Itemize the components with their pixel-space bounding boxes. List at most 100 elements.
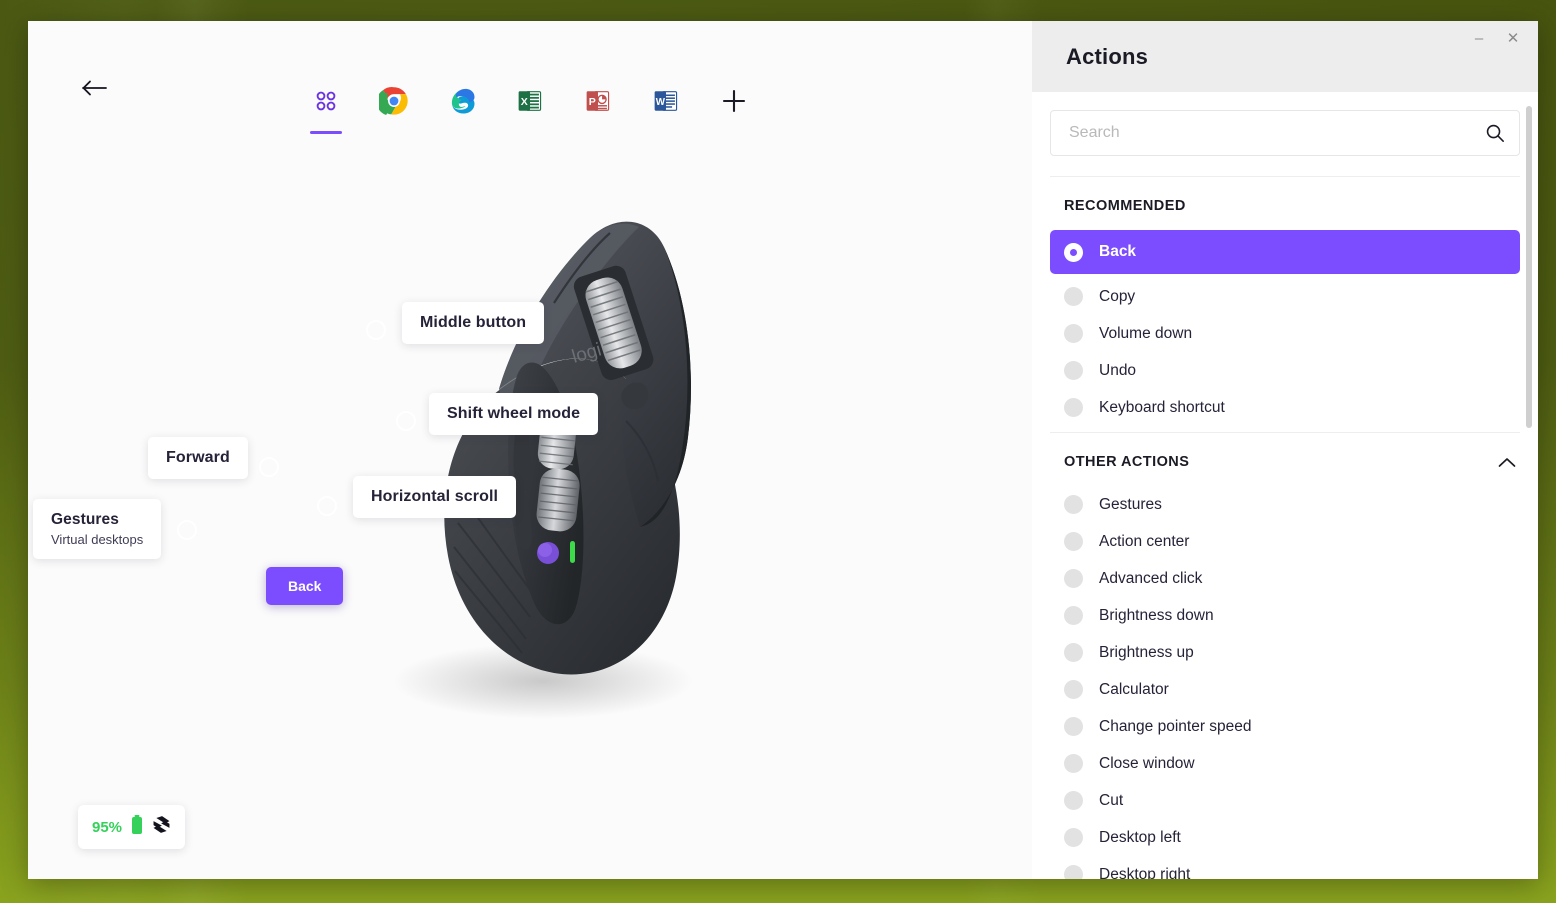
action-item-calculator[interactable]: Calculator <box>1050 671 1520 708</box>
action-item-cut[interactable]: Cut <box>1050 782 1520 819</box>
add-application-button[interactable] <box>712 79 756 123</box>
panel-scrollbar-thumb[interactable] <box>1526 106 1532 428</box>
action-item-brightness-up[interactable]: Brightness up <box>1050 634 1520 671</box>
action-item-close-window[interactable]: Close window <box>1050 745 1520 782</box>
section-header-recommended: RECOMMENDED <box>1032 177 1538 230</box>
minimize-icon[interactable]: – <box>1464 25 1494 51</box>
excel-icon: X <box>517 88 543 114</box>
action-item-desktop-right[interactable]: Desktop right <box>1050 856 1520 879</box>
other-action-list: Gestures Action center Advanced click Br… <box>1032 486 1538 879</box>
radio-icon <box>1064 828 1083 847</box>
search-area <box>1032 92 1538 176</box>
application-tab-bar: X P W <box>28 79 1032 134</box>
hotspot-middle-button[interactable] <box>366 320 386 340</box>
action-item-volume-down[interactable]: Volume down <box>1050 315 1520 352</box>
radio-icon <box>1064 606 1083 625</box>
panel-body: RECOMMENDED Back Copy Volume down Undo <box>1032 92 1538 879</box>
callout-subtitle: Virtual desktops <box>51 532 144 547</box>
recommended-action-list: Back Copy Volume down Undo Keyboard shor… <box>1032 230 1538 426</box>
callout-horizontal-scroll[interactable]: Horizontal scroll <box>353 476 517 518</box>
action-item-back[interactable]: Back <box>1050 230 1520 274</box>
search-box[interactable] <box>1050 110 1520 156</box>
action-label: Brightness up <box>1099 643 1194 661</box>
sidebar-item-powerpoint[interactable]: P <box>576 79 620 123</box>
chevron-up-icon[interactable] <box>1498 457 1516 468</box>
radio-icon <box>1064 865 1083 879</box>
action-item-change-pointer-speed[interactable]: Change pointer speed <box>1050 708 1520 745</box>
hotspot-forward[interactable] <box>259 457 279 477</box>
action-item-keyboard-shortcut[interactable]: Keyboard shortcut <box>1050 389 1520 426</box>
window-controls: – ✕ <box>1464 25 1528 51</box>
svg-text:W: W <box>656 97 666 108</box>
action-label: Back <box>1099 243 1137 260</box>
radio-icon <box>1064 287 1083 306</box>
battery-status-badge[interactable]: 95% <box>78 805 186 849</box>
sidebar-item-chrome[interactable] <box>372 79 416 123</box>
mouse-diagram: logi Middle button Shift wheel mode Forw… <box>28 151 1032 791</box>
search-input[interactable] <box>1051 111 1519 155</box>
callout-middle-button[interactable]: Middle button <box>402 302 545 344</box>
action-label: Advanced click <box>1099 569 1203 587</box>
hotspot-shift-wheel-mode[interactable] <box>396 411 416 431</box>
actions-panel: Actions – ✕ Search RECOMMENDED Back Copy… <box>1032 21 1538 879</box>
logitech-flow-icon <box>152 815 171 839</box>
callout-forward[interactable]: Forward <box>148 437 248 479</box>
callout-title: Forward <box>166 449 230 466</box>
hotspot-horizontal-scroll[interactable] <box>317 496 337 516</box>
sidebar-item-excel[interactable]: X <box>508 79 552 123</box>
radio-icon <box>1064 680 1083 699</box>
action-label: Close window <box>1099 754 1195 772</box>
callout-gestures[interactable]: Gestures Virtual desktops <box>33 499 162 559</box>
sidebar-item-edge[interactable] <box>440 79 484 123</box>
radio-icon <box>1064 754 1083 773</box>
callout-shift-wheel-mode[interactable]: Shift wheel mode <box>429 393 599 435</box>
action-label: Change pointer speed <box>1099 717 1252 735</box>
action-item-action-center[interactable]: Action center <box>1050 523 1520 560</box>
hotspot-gestures[interactable] <box>177 520 197 540</box>
logitech-options-window: X P W logi Middle button Shift wheel mod… <box>28 21 1538 879</box>
radio-icon <box>1064 324 1083 343</box>
action-label: Brightness down <box>1099 606 1214 624</box>
action-label: Calculator <box>1099 680 1169 698</box>
close-icon[interactable]: ✕ <box>1498 25 1528 51</box>
plus-icon <box>721 88 747 114</box>
callout-title: Gestures <box>51 511 119 528</box>
action-label: Action center <box>1099 532 1190 550</box>
action-label: Volume down <box>1099 324 1193 342</box>
sidebar-item-word[interactable]: W <box>644 79 688 123</box>
radio-icon <box>1064 569 1083 588</box>
svg-text:X: X <box>521 96 528 108</box>
action-item-brightness-down[interactable]: Brightness down <box>1050 597 1520 634</box>
section-header-other-actions[interactable]: OTHER ACTIONS <box>1032 433 1538 486</box>
grid-dots-icon <box>313 88 339 114</box>
chrome-icon <box>379 86 409 116</box>
radio-icon <box>1064 717 1083 736</box>
action-label: Cut <box>1099 791 1124 809</box>
radio-icon <box>1064 398 1083 417</box>
section-title: RECOMMENDED <box>1064 198 1186 214</box>
action-label: Copy <box>1099 287 1136 305</box>
radio-icon <box>1064 532 1083 551</box>
action-label: Undo <box>1099 361 1137 379</box>
device-configuration-pane: X P W logi Middle button Shift wheel mod… <box>28 21 1032 879</box>
battery-percent-label: 95% <box>92 818 123 836</box>
search-icon[interactable] <box>1485 123 1505 143</box>
action-label: Gestures <box>1099 495 1162 513</box>
panel-header: Actions – ✕ <box>1032 21 1538 92</box>
action-label: Desktop right <box>1099 865 1191 880</box>
battery-full-icon <box>131 815 143 839</box>
svg-text:P: P <box>589 96 596 108</box>
panel-scrollbar-track[interactable] <box>1526 106 1532 875</box>
assigned-action-chip-back[interactable]: Back <box>266 567 344 605</box>
action-item-copy[interactable]: Copy <box>1050 278 1520 315</box>
callout-title: Shift wheel mode <box>447 405 581 422</box>
word-icon: W <box>653 88 679 114</box>
action-item-gestures[interactable]: Gestures <box>1050 486 1520 523</box>
panel-title: Actions <box>1066 43 1149 69</box>
action-item-advanced-click[interactable]: Advanced click <box>1050 560 1520 597</box>
sidebar-item-all-apps[interactable] <box>304 79 348 134</box>
action-label: Desktop left <box>1099 828 1181 846</box>
callout-title: Horizontal scroll <box>371 488 499 505</box>
action-item-undo[interactable]: Undo <box>1050 352 1520 389</box>
action-item-desktop-left[interactable]: Desktop left <box>1050 819 1520 856</box>
